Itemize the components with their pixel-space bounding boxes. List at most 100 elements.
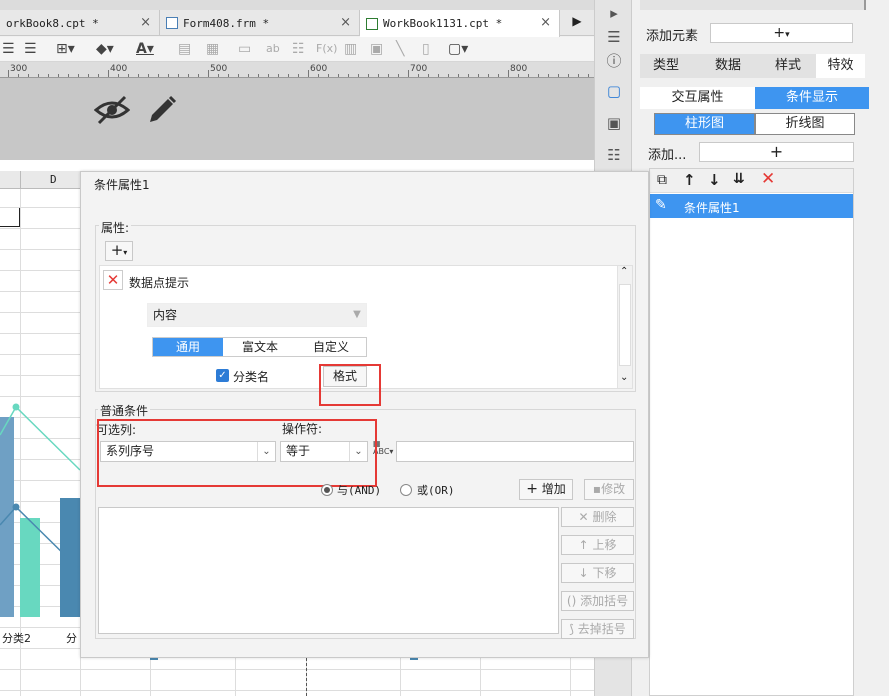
tab-type[interactable]: 类型 (640, 54, 692, 78)
align-center-icon[interactable]: ☰ (2, 41, 15, 57)
grid-line (0, 270, 80, 271)
remove-property-icon[interactable]: ✕ (103, 270, 123, 290)
align-right-icon[interactable]: ☰ (24, 41, 37, 57)
tab-label: Form408.frm * (183, 16, 270, 30)
ruler-tick (298, 74, 299, 77)
datapoint-tip-label: 数据点提示 (129, 276, 190, 290)
category-checkbox[interactable]: ✓ (216, 369, 229, 382)
image-icon[interactable]: ▣ (370, 41, 383, 57)
tab-style[interactable]: 样式 (762, 54, 814, 78)
add-label: 添加... (648, 148, 687, 163)
button-label: 删除 (592, 510, 617, 524)
tab-data[interactable]: 数据 (702, 54, 754, 78)
content-combo[interactable]: 内容 ▼ (147, 303, 367, 327)
frame-icon[interactable]: ▢▾ (448, 41, 468, 57)
or-radio[interactable] (400, 484, 412, 496)
move-down-icon[interactable]: ↓ (708, 171, 721, 189)
tab-interaction[interactable]: 交互属性 (640, 87, 755, 109)
layer-icon[interactable]: ☷ (603, 144, 625, 166)
ruler-tick (388, 74, 389, 77)
add-element-button[interactable]: +▾ (710, 23, 853, 43)
add-bracket-button[interactable]: () 添加括号 (561, 591, 634, 611)
tab-line-chart[interactable]: 折线图 (755, 113, 855, 135)
ruler-tick (448, 74, 449, 77)
slash-icon[interactable]: ╲ (396, 41, 404, 57)
list-item-condition[interactable]: ✎ 条件属性1 (650, 194, 853, 218)
move-up-button[interactable]: ↑ 上移 (561, 535, 634, 555)
remove-bracket-button[interactable]: ⟆ 去掉括号 (561, 619, 634, 639)
border-icon[interactable]: ⊞▾ (56, 41, 75, 57)
ruler-tick (558, 74, 559, 77)
grid-icon[interactable]: ▦ (206, 41, 219, 57)
scrollbar-thumb[interactable] (619, 284, 631, 366)
delete-icon[interactable]: ✕ (761, 169, 775, 189)
tab-workbook1131[interactable]: WorkBook1131.cpt * × (360, 10, 560, 37)
info-icon[interactable]: ⓘ (603, 50, 625, 72)
arrow-icon[interactable]: ▸ (603, 2, 625, 24)
add-condition-button[interactable]: + (699, 142, 854, 162)
chart-icon[interactable]: ▥ (344, 41, 357, 57)
tab-effects[interactable]: 特效 (816, 54, 865, 78)
document-tab-bar: orkBook8.cpt * × Form408.frm * × WorkBoo… (0, 10, 594, 37)
font-color-icon[interactable]: A▾ (136, 41, 154, 57)
ruler-tick (538, 74, 539, 77)
tab-condition-display[interactable]: 条件显示 (755, 87, 869, 109)
ruler-label: 300 (10, 64, 28, 74)
merge-cells-icon[interactable]: ▤ (178, 41, 191, 57)
tab-bar-chart[interactable]: 柱形图 (654, 113, 755, 135)
ruler: 300 400 500 600 700 800 (0, 62, 594, 78)
button-label: 上移 (592, 538, 617, 552)
close-icon[interactable]: × (140, 15, 151, 30)
tab-menu-icon[interactable]: ▶ (566, 14, 588, 32)
ruler-tick (308, 70, 309, 77)
tab-custom[interactable]: 自定义 (296, 338, 366, 356)
ruler-tick (8, 70, 9, 77)
sort-icon[interactable]: ⇊ (733, 171, 745, 187)
highlight-box-condition (97, 419, 377, 487)
fill-color-icon[interactable]: ◆▾ (96, 41, 114, 57)
ruler-tick (238, 74, 239, 77)
delete-button[interactable]: ✕ 删除 (561, 507, 634, 527)
text-icon[interactable]: ab (266, 41, 280, 57)
frame-select-icon[interactable]: ▢ (603, 80, 625, 102)
scroll-up-icon[interactable]: ⌃ (620, 266, 628, 277)
column-header-d[interactable]: D (50, 173, 57, 186)
close-icon[interactable]: × (340, 15, 351, 30)
page-break-line (306, 658, 307, 696)
value-input[interactable] (396, 441, 634, 462)
modify-button[interactable]: ▪修改 (584, 479, 634, 500)
move-down-button[interactable]: ↓ 下移 (561, 563, 634, 583)
tab-workbook8[interactable]: orkBook8.cpt * × (0, 10, 160, 36)
list-icon[interactable]: ☷ (292, 41, 305, 57)
page-icon[interactable]: ▯ (422, 41, 430, 57)
tab-form408[interactable]: Form408.frm * × (160, 10, 360, 36)
widget-list-icon[interactable]: ☰ (603, 26, 625, 48)
hide-eye-icon[interactable] (94, 94, 130, 126)
ruler-label: 600 (310, 64, 328, 74)
grid-line (0, 228, 80, 229)
tab-rich-text[interactable]: 富文本 (225, 338, 295, 356)
vertical-scrollbar[interactable]: ⌃ ⌄ (617, 266, 632, 388)
chart-fragment[interactable] (0, 395, 80, 625)
ruler-tick (408, 70, 409, 77)
condition-list-box[interactable] (98, 507, 559, 634)
and-radio[interactable] (321, 484, 333, 496)
component-icon[interactable]: ▣ (603, 112, 625, 134)
add-condition-item-button[interactable]: + 增加 (519, 479, 573, 500)
arrow-down-icon: ↓ (578, 566, 589, 580)
add-property-button[interactable]: +▾ (105, 241, 133, 261)
chart-point (12, 503, 20, 511)
move-up-icon[interactable]: ↑ (683, 171, 696, 189)
ruler-tick (218, 74, 219, 77)
widget-canvas (0, 78, 594, 160)
insert-row-icon[interactable]: ▭ (238, 41, 251, 57)
ruler-tick (588, 74, 589, 77)
tab-general[interactable]: 通用 (153, 338, 223, 356)
copy-icon[interactable]: ⧉ (657, 172, 667, 188)
scroll-down-icon[interactable]: ⌄ (620, 372, 628, 383)
grid-line (0, 354, 80, 355)
edit-pencil-icon[interactable] (146, 94, 178, 126)
formula-icon[interactable]: F(x) (316, 41, 337, 57)
close-icon[interactable]: × (540, 15, 551, 30)
selected-cell[interactable] (0, 207, 20, 227)
